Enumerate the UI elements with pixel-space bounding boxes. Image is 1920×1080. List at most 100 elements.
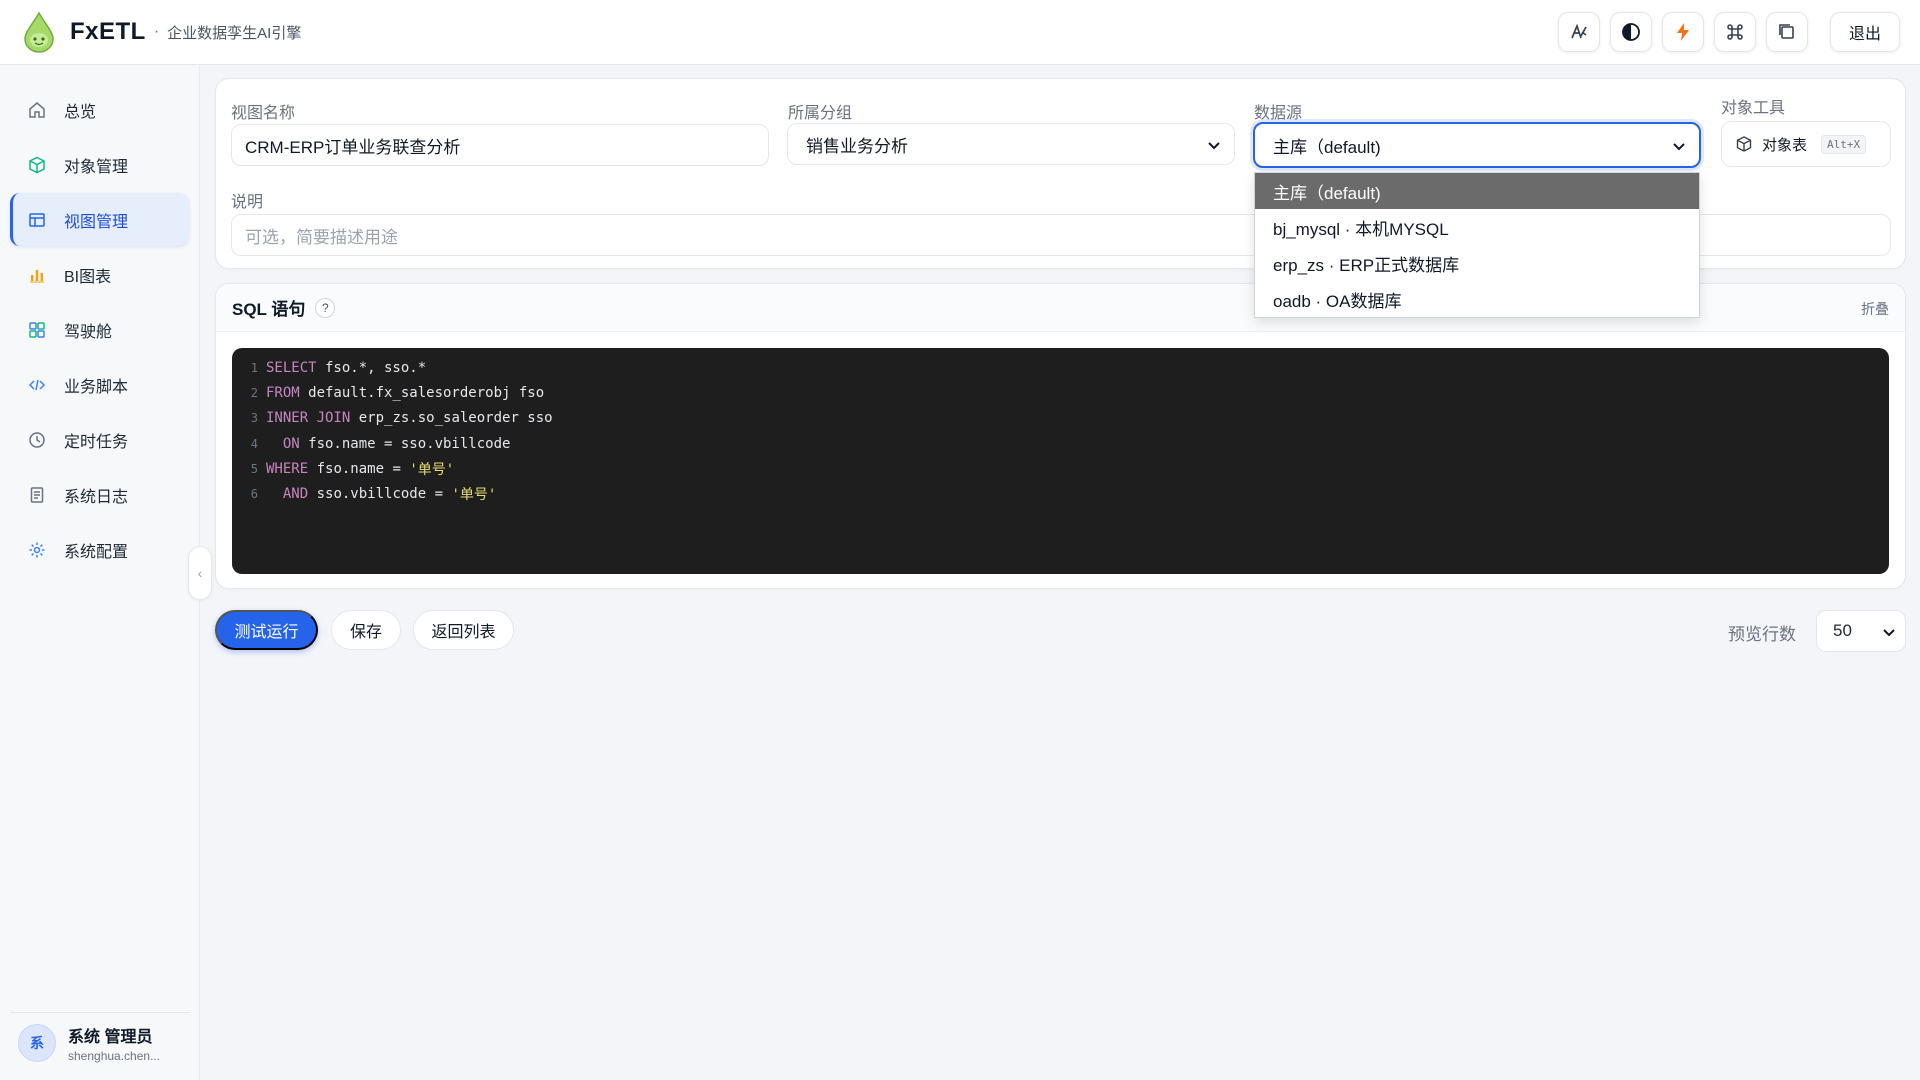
chevron-down-icon	[1673, 143, 1685, 151]
dashboard-icon	[28, 321, 46, 339]
sql-text: erp_zs.so_saleorder sso	[350, 410, 553, 427]
object-table-button[interactable]: 对象表 Alt+X	[1721, 121, 1891, 167]
sidebar-item-system-settings[interactable]: 系统配置	[10, 523, 189, 576]
logout-button[interactable]: 退出	[1829, 12, 1900, 52]
sidebar-item-overview[interactable]: 总览	[10, 83, 189, 136]
bar-chart-icon	[28, 266, 46, 284]
sidebar-item-label: 总览	[64, 103, 97, 121]
sidebar-collapse-button[interactable]: ‹	[188, 546, 212, 600]
sidebar-item-label: 系统日志	[64, 488, 129, 506]
sql-title: SQL 语句	[232, 300, 306, 319]
sql-keyword: INNER JOIN	[266, 410, 351, 427]
sidebar-item-label: 视图管理	[64, 213, 129, 231]
sidebar-item-label: 业务脚本	[64, 378, 129, 396]
brand-separator: ·	[153, 23, 160, 40]
cube-icon	[28, 156, 46, 174]
line-number: 6	[250, 487, 258, 502]
top-bar: FxETL · 企业数据孪生AI引擎 退出	[0, 0, 1920, 65]
sql-text: fso.name = sso.vbillcode	[299, 435, 511, 452]
preview-rows-select[interactable]: 50	[1816, 610, 1906, 652]
group-select-value: 销售业务分析	[806, 136, 908, 156]
datasource-option[interactable]: erp_zs · ERP正式数据库	[1255, 245, 1699, 281]
command-palette-button[interactable]	[1713, 12, 1756, 52]
datasource-option[interactable]: oadb · OA数据库	[1255, 281, 1699, 317]
sidebar-item-system-logs[interactable]: 系统日志	[10, 468, 189, 521]
datasource-dropdown: 主库（default) bj_mysql · 本机MYSQL erp_zs · …	[1254, 172, 1700, 318]
quick-action-button[interactable]	[1661, 12, 1704, 52]
object-tools-label: 对象工具	[1721, 100, 1786, 117]
sidebar: 总览 对象管理 视图管理 BI图表 驾驶舱 业务脚本 定时任务 系统日志 系统配…	[0, 65, 200, 1080]
code-icon	[28, 376, 46, 394]
group-label: 所属分组	[788, 105, 853, 122]
code-line: 3 INNER JOIN erp_zs.so_saleorder sso	[232, 406, 1889, 431]
datasource-option[interactable]: bj_mysql · 本机MYSQL	[1255, 209, 1699, 245]
fold-button[interactable]: 折叠	[1861, 299, 1889, 319]
avatar: 系	[18, 1023, 56, 1062]
help-icon[interactable]: ?	[315, 297, 336, 318]
sql-editor[interactable]: 1 SELECT fso.*, sso.* 2 FROM default.fx_…	[232, 348, 1889, 574]
sql-string: '单号'	[451, 487, 497, 504]
command-icon	[1727, 24, 1743, 40]
sql-text: fso.name =	[308, 460, 410, 477]
table-icon	[28, 211, 46, 229]
line-number: 2	[250, 385, 258, 400]
code-line: 5 WHERE fso.name = '单号'	[232, 456, 1889, 481]
home-icon	[28, 101, 46, 119]
theme-toggle-button[interactable]	[1609, 12, 1652, 52]
sidebar-item-label: BI图表	[64, 268, 112, 286]
chevron-down-icon	[1883, 629, 1895, 637]
user-name: 系统 管理员	[68, 1028, 153, 1046]
chevron-down-icon	[1208, 142, 1220, 150]
save-button[interactable]: 保存	[331, 610, 401, 650]
app-name: FxETL	[70, 18, 146, 45]
sidebar-item-objects[interactable]: 对象管理	[10, 138, 189, 191]
sql-text: default.fx_salesorderobj fso	[299, 384, 545, 401]
app-tagline: 企业数据孪生AI引擎	[167, 24, 302, 42]
actions-row: 测试运行 保存 返回列表 预览行数 50	[215, 610, 1906, 652]
text-style-button[interactable]	[1557, 12, 1600, 52]
sql-card: SQL 语句 ? 折叠 1 SELECT fso.*, sso.* 2 FROM…	[215, 283, 1906, 589]
sidebar-item-dashboard[interactable]: 驾驶舱	[10, 303, 189, 356]
contrast-icon	[1622, 23, 1640, 41]
sql-text: fso.*, sso.*	[316, 359, 427, 376]
description-label: 说明	[231, 194, 264, 211]
code-line: 6 AND sso.vbillcode = '单号'	[232, 481, 1889, 506]
sidebar-item-label: 系统配置	[64, 543, 129, 561]
sidebar-item-bi-charts[interactable]: BI图表	[10, 248, 189, 301]
sidebar-item-scheduled-tasks[interactable]: 定时任务	[10, 413, 189, 466]
line-number: 1	[250, 360, 258, 375]
window-button[interactable]	[1765, 12, 1808, 52]
sidebar-item-views[interactable]: 视图管理	[10, 193, 189, 246]
sql-keyword: ON	[266, 435, 300, 452]
line-number: 3	[250, 411, 258, 426]
sidebar-item-scripts[interactable]: 业务脚本	[10, 358, 189, 411]
text-style-icon	[1571, 23, 1587, 39]
datasource-label: 数据源	[1254, 105, 1303, 122]
top-actions: 退出	[1557, 12, 1900, 52]
brand[interactable]: FxETL · 企业数据孪生AI引擎	[20, 11, 301, 53]
object-table-label: 对象表	[1762, 136, 1808, 154]
preview-rows-value: 50	[1833, 621, 1852, 640]
user-email: shenghua.chen...	[68, 1048, 161, 1063]
datasource-option[interactable]: 主库（default)	[1255, 173, 1699, 209]
sql-keyword: SELECT	[266, 359, 317, 376]
sidebar-item-label: 对象管理	[64, 158, 129, 176]
user-profile[interactable]: 系 系统 管理员 shenghua.chen...	[10, 1012, 190, 1072]
sidebar-nav: 总览 对象管理 视图管理 BI图表 驾驶舱 业务脚本 定时任务 系统日志 系统配…	[0, 65, 199, 576]
gear-icon	[28, 541, 46, 559]
window-icon	[1779, 24, 1794, 39]
logo-icon	[24, 11, 54, 53]
sql-keyword: AND	[266, 486, 309, 503]
user-meta: 系统 管理员 shenghua.chen...	[68, 1023, 160, 1063]
sql-text: sso.vbillcode =	[308, 486, 452, 503]
line-number: 5	[250, 461, 258, 476]
back-to-list-button[interactable]: 返回列表	[413, 610, 514, 650]
view-name-input[interactable]: CRM-ERP订单业务联查分析	[231, 124, 769, 166]
sql-keyword: WHERE	[266, 460, 309, 477]
keyboard-shortcut-badge: Alt+X	[1821, 134, 1867, 154]
test-run-button[interactable]: 测试运行	[215, 610, 318, 650]
line-number: 4	[250, 436, 258, 451]
code-line: 2 FROM default.fx_salesorderobj fso	[232, 380, 1889, 405]
group-select[interactable]: 销售业务分析	[787, 123, 1235, 165]
datasource-select[interactable]: 主库（default)	[1253, 122, 1701, 168]
